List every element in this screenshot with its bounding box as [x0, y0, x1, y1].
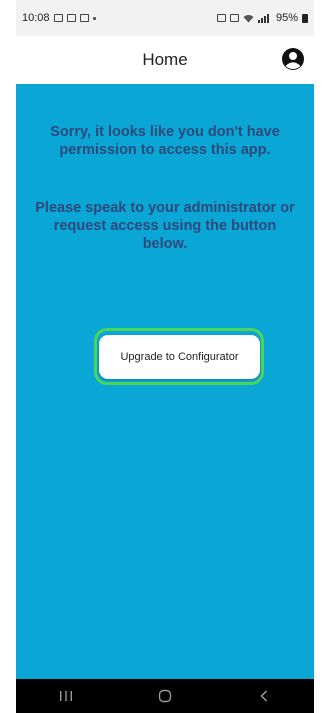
status-bar: 10:08 95%	[16, 0, 314, 36]
upgrade-to-configurator-button[interactable]: Upgrade to Configurator	[99, 335, 260, 379]
battery-percent: 95%	[275, 12, 298, 24]
back-icon	[260, 690, 268, 702]
account-circle-icon[interactable]	[281, 47, 305, 71]
image-notification-icon	[79, 14, 89, 22]
app-header: Home	[16, 36, 314, 84]
phone-screen: 10:08 95% Home Sorry, it looks like you …	[16, 0, 314, 713]
status-right: 95%	[216, 12, 308, 24]
home-icon	[158, 689, 172, 703]
status-left: 10:08	[22, 12, 96, 24]
battery-icon	[302, 13, 308, 23]
main-content: Sorry, it looks like you don't have perm…	[16, 84, 314, 679]
mute-icon	[229, 14, 239, 22]
more-notifications-dot-icon	[92, 16, 96, 20]
signal-icon	[257, 13, 269, 23]
gallery-notification-icon	[53, 14, 63, 22]
home-button[interactable]	[135, 681, 195, 711]
status-time: 10:08	[22, 12, 50, 24]
grid-notification-icon	[66, 14, 76, 22]
page-title: Home	[142, 50, 188, 69]
back-button[interactable]	[234, 681, 294, 711]
wifi-icon	[243, 14, 254, 22]
recent-apps-button[interactable]	[36, 681, 96, 711]
request-access-message: Please speak to your administrator or re…	[35, 200, 295, 252]
alarm-icon	[216, 14, 226, 22]
system-navigation-bar	[16, 679, 314, 713]
permission-message: Sorry, it looks like you don't have perm…	[50, 124, 280, 158]
recent-apps-icon	[59, 691, 72, 701]
